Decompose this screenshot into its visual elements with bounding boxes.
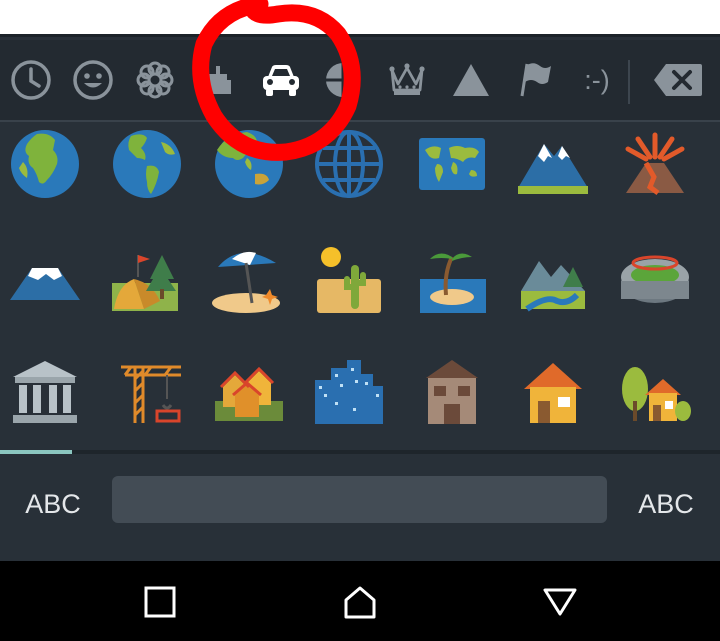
tab-objects[interactable] (376, 40, 438, 120)
home-nav-button[interactable] (330, 577, 390, 627)
emoji-desert-island[interactable] (407, 234, 497, 324)
emoji-beach-umbrella[interactable] (202, 234, 292, 324)
tab-nature[interactable] (124, 40, 186, 120)
emoji-keyboard: :-) ABC ABC (0, 34, 720, 564)
abc-button-left[interactable]: ABC (3, 484, 103, 524)
backspace-button[interactable] (640, 40, 716, 120)
emoji-globe-meridians[interactable] (304, 119, 394, 209)
smiley-icon (73, 60, 113, 100)
abc-button-right[interactable]: ABC (616, 484, 716, 524)
back-nav-button[interactable] (530, 577, 590, 627)
car-icon (263, 65, 299, 96)
category-bar: :-) (0, 40, 720, 120)
emoji-globe-americas[interactable] (102, 119, 192, 209)
tab-smileys[interactable] (62, 40, 124, 120)
emoji-world-map[interactable] (407, 119, 497, 209)
emoji-classical-building[interactable] (0, 347, 90, 437)
backspace-icon (654, 64, 702, 96)
status-area (0, 0, 720, 34)
crown-icon (389, 63, 425, 95)
emoji-cityscape[interactable] (304, 347, 394, 437)
recents-square-icon (144, 586, 176, 618)
emoji-national-park[interactable] (508, 234, 598, 324)
back-triangle-icon (543, 588, 577, 616)
space-bar[interactable] (112, 476, 607, 523)
tab-travel[interactable] (250, 40, 312, 120)
tab-food[interactable] (186, 40, 248, 120)
emoji-grid (0, 122, 720, 447)
recents-nav-button[interactable] (130, 577, 190, 627)
emoji-desert[interactable] (304, 234, 394, 324)
emoji-house-with-garden[interactable] (610, 347, 700, 437)
emoticon-text-icon: :-) (584, 64, 610, 95)
tab-recents[interactable] (0, 40, 62, 120)
emoji-houses[interactable] (204, 347, 294, 437)
category-divider (628, 60, 630, 104)
tab-symbols[interactable] (440, 40, 502, 120)
flag-icon (520, 63, 551, 97)
emoji-camping[interactable] (100, 234, 190, 324)
emoji-globe-europe-africa[interactable] (0, 119, 90, 209)
emoji-construction-crane[interactable] (102, 347, 192, 437)
ball-icon (326, 63, 360, 97)
emoji-stadium[interactable] (610, 234, 700, 324)
triangle-icon (453, 64, 489, 96)
emoji-derelict-house[interactable] (407, 347, 497, 437)
system-nav-bar (0, 561, 720, 641)
emoji-mount-fuji[interactable] (0, 234, 90, 324)
home-icon (344, 586, 376, 619)
emoji-volcano[interactable] (610, 119, 700, 209)
cake-icon (205, 66, 231, 94)
emoji-house[interactable] (508, 347, 598, 437)
emoji-globe-asia-australia[interactable] (204, 119, 294, 209)
flower-icon (136, 61, 174, 99)
tab-flags[interactable] (503, 40, 565, 120)
tab-activities[interactable] (312, 40, 374, 120)
clock-icon (11, 60, 51, 100)
emoji-snow-mountain[interactable] (508, 119, 598, 209)
tab-emoticons[interactable]: :-) (566, 40, 628, 120)
keyboard-bottom-row: ABC ABC (0, 454, 720, 564)
